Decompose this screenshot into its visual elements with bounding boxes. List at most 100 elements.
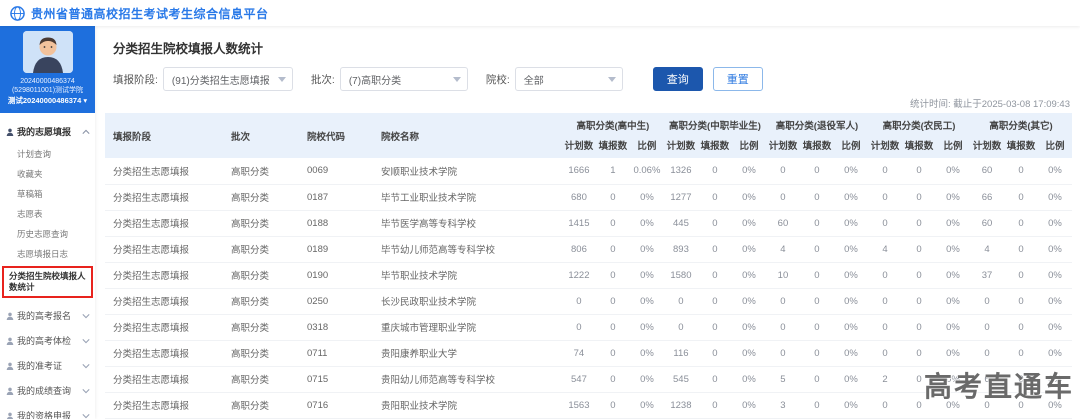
user-dropdown[interactable]: 测试20240000486374 ▾ [3, 95, 92, 106]
sidebar-group[interactable]: 我的准考证 [0, 353, 95, 378]
table-cell-value: 0 [800, 184, 834, 210]
table-header: 填报阶段批次院校代码院校名称高职分类(高中生)高职分类(中职毕业生)高职分类(退… [105, 113, 1072, 158]
sidebar-group[interactable]: 我的高考报名 [0, 303, 95, 328]
table-cell: 分类招生志愿填报 [105, 262, 223, 288]
column-header: 院校代码 [299, 113, 373, 158]
table-cell: 高职分类 [223, 262, 299, 288]
table-cell-value: 0.06% [630, 158, 664, 184]
table-cell-value: 0% [1038, 262, 1072, 288]
sidebar-subitem[interactable]: 历史志愿查询 [0, 224, 95, 244]
person-icon [6, 128, 14, 136]
chevron-up-icon [82, 129, 90, 135]
sidebar-group-label: 我的高考报名 [17, 309, 82, 322]
table-cell-value: 0% [732, 236, 766, 262]
table-cell-value: 0 [766, 340, 800, 366]
table-cell-value: 0 [902, 340, 936, 366]
table-cell-value: 0% [732, 210, 766, 236]
stage-filter-select[interactable]: (91)分类招生志愿填报 [163, 67, 293, 91]
table-cell-value: 0% [936, 236, 970, 262]
table-cell: 毕节医学高等专科学校 [373, 210, 562, 236]
sidebar-group[interactable]: 我的高考体检 [0, 328, 95, 353]
user-school: (5298011001)测试学院 [3, 86, 92, 95]
sidebar-submenu: 计划查询收藏夹草稿箱志愿表历史志愿查询志愿填报日志分类招生院校填报人数统计 [0, 144, 95, 303]
sub-column-header: 填报数 [800, 135, 834, 158]
table-cell-value: 2 [868, 366, 902, 392]
table-cell-value: 0% [936, 288, 970, 314]
table-cell-value: 0 [868, 288, 902, 314]
sub-column-header: 填报数 [596, 135, 630, 158]
table-cell-value: 0% [630, 314, 664, 340]
table-cell-value: 1415 [562, 210, 596, 236]
school-filter-select[interactable]: 全部 [515, 67, 623, 91]
table-cell-value: 0 [902, 392, 936, 418]
table-cell-value: 0 [698, 340, 732, 366]
sub-column-header: 比例 [1038, 135, 1072, 158]
table-cell-value: 0 [698, 210, 732, 236]
table-cell-value: 0 [800, 314, 834, 340]
table-cell-value: 0 [902, 288, 936, 314]
table-cell: 贵阳康养职业大学 [373, 340, 562, 366]
table-cell-value: 0 [1004, 262, 1038, 288]
user-id: 20240000486374 [3, 77, 92, 86]
sidebar-subitem[interactable]: 志愿表 [0, 204, 95, 224]
school-filter-label: 院校: [486, 72, 510, 87]
sidebar: 20240000486374 (5298011001)测试学院 测试202400… [0, 26, 95, 419]
table-cell-value: 0 [596, 210, 630, 236]
sidebar-subitem[interactable]: 志愿填报日志 [0, 244, 95, 264]
table-cell: 分类招生志愿填报 [105, 366, 223, 392]
person-icon [6, 312, 14, 320]
sub-column-header: 填报数 [698, 135, 732, 158]
sub-column-header: 比例 [834, 135, 868, 158]
sidebar-subitem[interactable]: 计划查询 [0, 144, 95, 164]
table-cell-value: 0 [800, 392, 834, 418]
table-cell-value: 0 [902, 262, 936, 288]
table-cell-value: 0 [868, 340, 902, 366]
sidebar-subitem[interactable]: 收藏夹 [0, 164, 95, 184]
stats-time: 统计时间: 截止于2025-03-08 17:09:43 [95, 96, 1080, 110]
sidebar-group-volunteer[interactable]: 我的志愿填报 [0, 119, 95, 144]
table-cell-value: 5 [766, 366, 800, 392]
table-cell-value: 0 [664, 314, 698, 340]
sidebar-group[interactable]: 我的成绩查询 [0, 378, 95, 403]
table-cell-value: 0 [766, 314, 800, 340]
table-cell-value: 0% [630, 288, 664, 314]
table-cell-value: 0% [732, 158, 766, 184]
table-cell-value: 0 [970, 288, 1004, 314]
group-column-header: 高职分类(高中生) [562, 113, 664, 135]
table-cell-value: 1222 [562, 262, 596, 288]
table-row: 分类招生志愿填报高职分类0188毕节医学高等专科学校141500%44500%6… [105, 210, 1072, 236]
sub-column-header: 计划数 [766, 135, 800, 158]
table-cell-value: 0% [1038, 158, 1072, 184]
table-cell-value: 4 [766, 236, 800, 262]
table-cell-value: 0% [732, 392, 766, 418]
reset-button[interactable]: 重置 [713, 67, 763, 91]
group-column-header: 高职分类(其它) [970, 113, 1072, 135]
table-cell-value: 60 [970, 210, 1004, 236]
table-cell-value: 0 [902, 184, 936, 210]
table-cell-value: 1580 [664, 262, 698, 288]
table-cell-value: 0 [868, 314, 902, 340]
table-cell-value: 0 [698, 236, 732, 262]
sub-column-header: 比例 [630, 135, 664, 158]
table-cell-value: 0% [1038, 184, 1072, 210]
table-cell-value: 1277 [664, 184, 698, 210]
table-cell-value: 545 [664, 366, 698, 392]
sidebar-group[interactable]: 我的资格申报 [0, 403, 95, 419]
table-cell: 重庆城市管理职业学院 [373, 314, 562, 340]
table-cell-value: 0 [698, 392, 732, 418]
table-row: 分类招生志愿填报高职分类0187毕节工业职业技术学院68000%127700%0… [105, 184, 1072, 210]
sidebar-subitem[interactable]: 草稿箱 [0, 184, 95, 204]
table-cell-value: 0% [732, 366, 766, 392]
chevron-down-icon [82, 413, 90, 419]
batch-filter-select[interactable]: (7)高职分类 [340, 67, 468, 91]
table-cell-value: 0% [834, 210, 868, 236]
query-button[interactable]: 查询 [653, 67, 703, 91]
table-cell-value: 0 [596, 366, 630, 392]
table-cell-value: 1 [596, 158, 630, 184]
filter-bar: 填报阶段: (91)分类招生志愿填报 批次: (7)高职分类 院校: 全部 查询… [113, 67, 1080, 91]
table-cell-value: 0% [1038, 340, 1072, 366]
sidebar-subitem-active[interactable]: 分类招生院校填报人数统计 [2, 266, 93, 298]
table-cell-value: 0% [630, 210, 664, 236]
table-cell-value: 0 [868, 158, 902, 184]
table-cell: 分类招生志愿填报 [105, 236, 223, 262]
